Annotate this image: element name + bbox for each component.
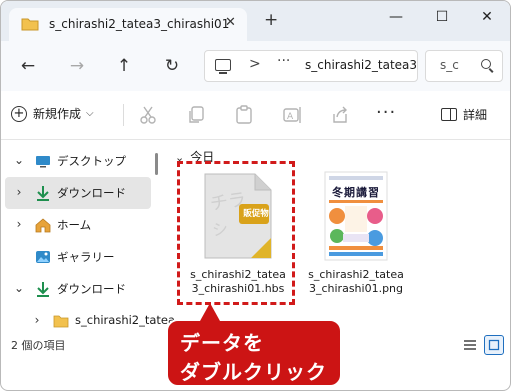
search-icon: [481, 59, 491, 69]
back-button[interactable]: ←: [17, 55, 39, 77]
navigation-pane: ⌄ デスクトップ › ダウンロード › ホーム ギャラリー ⌄ ダウンロード ›…: [1, 140, 175, 330]
file-name-png: s_chirashi2_tatea 3_chirashi01.png: [297, 268, 415, 296]
breadcrumb-more[interactable]: ···: [277, 53, 290, 69]
chevron-down-icon: ⌵: [86, 108, 94, 119]
rename-icon[interactable]: A: [281, 104, 303, 126]
sidebar-item-desktop[interactable]: ⌄ デスクトップ: [5, 145, 151, 177]
callout-line2: ダブルクリック: [180, 360, 327, 384]
sidebar-item-label: ダウンロード: [57, 186, 126, 200]
share-icon[interactable]: [329, 104, 351, 126]
sidebar-item-label: s_chirashi2_tatea: [75, 313, 176, 327]
refresh-button[interactable]: ↻: [161, 55, 183, 77]
callout-pointer: [200, 303, 220, 321]
folder-icon: [21, 18, 39, 31]
new-button-label: 新規作成: [33, 107, 82, 121]
highlight-frame: [177, 161, 295, 305]
item-count: 2 個の項目: [11, 339, 66, 352]
sidebar-item-label: ギャラリー: [57, 250, 115, 264]
breadcrumb-separator: >: [249, 56, 261, 72]
file-item-png[interactable]: 冬期講習 s_chirashi2_tatea 3_chirashi01.png: [297, 162, 415, 302]
svg-text:A: A: [287, 112, 294, 122]
copy-icon[interactable]: [185, 104, 207, 126]
chevron-down-icon[interactable]: ⌄: [13, 281, 25, 295]
command-bar: + 新規作成 ⌵ A ··· 詳細: [1, 91, 510, 140]
sidebar-item-gallery[interactable]: ギャラリー: [5, 241, 151, 273]
chevron-right-icon[interactable]: ›: [31, 313, 43, 327]
new-button[interactable]: + 新規作成 ⌵: [11, 105, 94, 125]
home-icon: [35, 218, 51, 233]
details-view-icon[interactable]: [460, 335, 480, 355]
more-options-button[interactable]: ···: [376, 102, 396, 123]
sidebar-item-downloads[interactable]: › ダウンロード: [5, 177, 151, 209]
instruction-callout: データを ダブルクリック: [166, 303, 342, 387]
details-pane-icon: [441, 108, 457, 121]
sidebar-item-label: ダウンロード: [57, 282, 126, 296]
search-input[interactable]: s_c: [425, 50, 503, 82]
breadcrumb-current-folder[interactable]: s_chirashi2_tatea3: [305, 58, 417, 72]
download-icon: [37, 282, 49, 297]
details-label: 詳細: [463, 108, 488, 122]
close-window-button[interactable]: ✕: [475, 9, 499, 29]
callout-line1: データを: [180, 331, 264, 355]
tab-close-icon[interactable]: ✕: [225, 15, 236, 30]
chevron-right-icon[interactable]: ›: [13, 185, 25, 199]
sidebar-scrollbar[interactable]: [155, 153, 158, 175]
navigation-bar: ← → ↑ ↻ > ··· s_chirashi2_tatea3 s_c: [1, 41, 510, 91]
file-name-line2: 3_chirashi01.png: [308, 282, 404, 295]
folder-icon: [53, 315, 69, 328]
download-icon: [37, 186, 49, 201]
cut-icon[interactable]: [137, 104, 159, 126]
new-tab-button[interactable]: +: [264, 12, 278, 29]
up-button[interactable]: ↑: [113, 55, 135, 77]
forward-button[interactable]: →: [66, 55, 88, 77]
divider: [123, 104, 124, 126]
sidebar-item-label: ホーム: [57, 218, 92, 232]
chevron-down-icon[interactable]: ⌄: [13, 153, 25, 167]
sidebar-item-downloads-expanded[interactable]: ⌄ ダウンロード: [5, 273, 151, 305]
poster-title: 冬期講習: [332, 186, 380, 199]
details-pane-button[interactable]: 詳細: [441, 106, 487, 123]
gallery-icon: [36, 251, 50, 263]
this-pc-icon: [215, 59, 231, 74]
search-placeholder: s_c: [440, 58, 459, 72]
plus-icon: +: [11, 105, 27, 122]
desktop-icon: [36, 156, 50, 168]
file-name-line1: s_chirashi2_tatea: [308, 268, 404, 281]
large-icons-view-icon[interactable]: [484, 335, 504, 355]
title-bar: s_chirashi2_tatea3_chirashi01 ✕ + — ☐ ✕: [1, 1, 510, 41]
sidebar-item-label: デスクトップ: [57, 154, 126, 168]
minimize-button[interactable]: —: [384, 9, 408, 29]
maximize-button[interactable]: ☐: [430, 9, 454, 29]
tab-current-folder[interactable]: s_chirashi2_tatea3_chirashi01 ✕: [9, 8, 247, 41]
address-bar[interactable]: > ··· s_chirashi2_tatea3: [204, 50, 418, 82]
chevron-right-icon[interactable]: ›: [13, 217, 25, 231]
sidebar-item-home[interactable]: › ホーム: [5, 209, 151, 241]
tab-title: s_chirashi2_tatea3_chirashi01: [49, 17, 230, 31]
paste-icon[interactable]: [233, 104, 255, 126]
